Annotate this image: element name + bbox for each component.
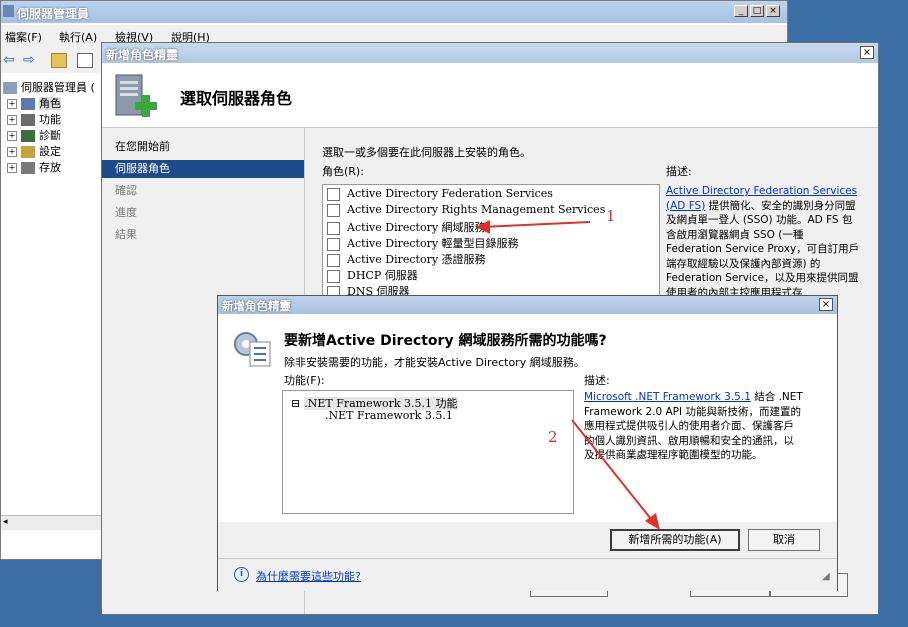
arrow-1-head bbox=[476, 220, 490, 234]
arrow-1-line bbox=[481, 221, 591, 228]
arrow-2-line bbox=[571, 419, 656, 525]
annotation-label-2: 2 bbox=[548, 428, 558, 446]
annotation-label-1: 1 bbox=[606, 207, 616, 225]
annotation-overlay bbox=[476, 220, 660, 530]
